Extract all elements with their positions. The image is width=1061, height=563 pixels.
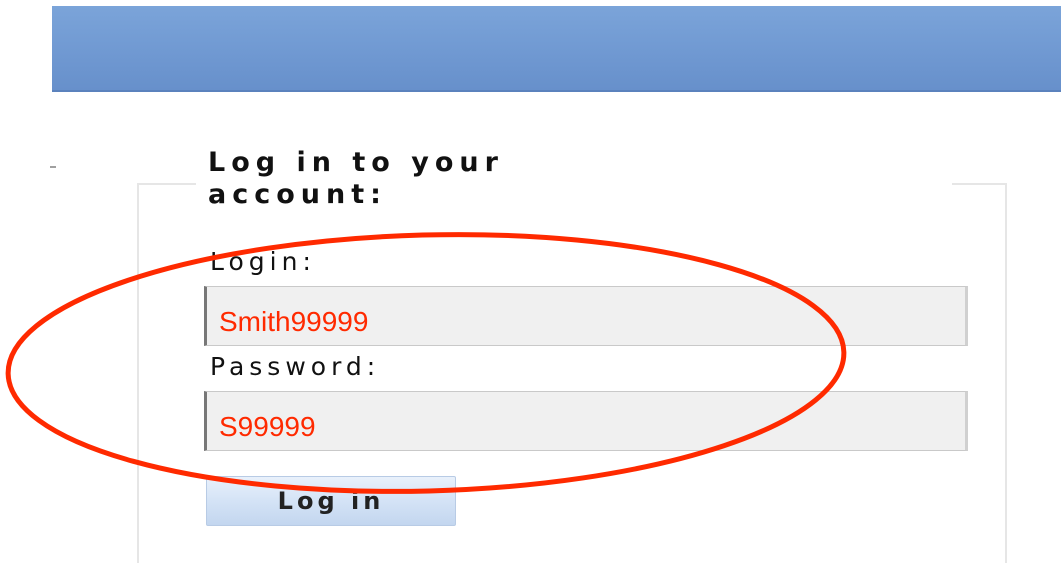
decorative-mark bbox=[50, 166, 56, 168]
form-legend: Log in to your account: bbox=[196, 147, 952, 213]
password-input[interactable]: S99999 bbox=[204, 391, 968, 451]
login-label: Login: bbox=[210, 247, 316, 276]
header-banner bbox=[52, 6, 1061, 92]
password-label: Password: bbox=[210, 352, 381, 381]
login-input[interactable]: Smith99999 bbox=[204, 286, 968, 346]
form-legend-text: Log in to your account: bbox=[208, 147, 504, 210]
login-button[interactable]: Log in bbox=[206, 476, 456, 526]
